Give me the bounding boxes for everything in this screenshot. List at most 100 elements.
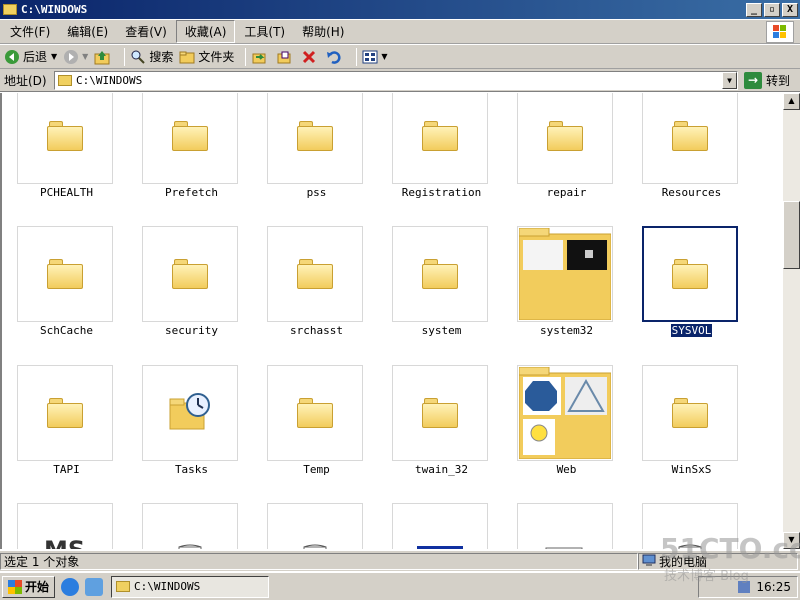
- folder-thumbnail[interactable]: [267, 365, 363, 461]
- folder-icon: [3, 4, 17, 15]
- taskbar-window-label: C:\WINDOWS: [134, 580, 201, 593]
- menu-help[interactable]: 帮助(H): [294, 21, 352, 42]
- folder-thumbnail[interactable]: [642, 365, 738, 461]
- file-view[interactable]: PCHEALTH Prefetch pss Registration repair Res…: [0, 93, 783, 549]
- folder-name: WinSxS: [671, 463, 712, 476]
- up-folder-icon: [94, 50, 110, 64]
- forward-button[interactable]: ▼: [63, 49, 88, 65]
- file-thumbnail[interactable]: MS: [17, 503, 113, 549]
- text-document-icon: [178, 544, 202, 549]
- folder-icon: [116, 581, 131, 592]
- folder-label: TAPI: [4, 463, 129, 476]
- folder-name: SchCache: [40, 324, 93, 337]
- folder-label: system: [379, 324, 504, 337]
- back-button[interactable]: 后退 ▼: [4, 48, 57, 65]
- windows-logo-icon: [766, 21, 794, 43]
- folder-icon: [47, 398, 83, 428]
- taskbar-window-button[interactable]: C:\WINDOWS: [111, 575, 270, 598]
- views-button[interactable]: ▼: [362, 49, 388, 65]
- folder-preview-icon: [519, 367, 611, 459]
- up-folder-button[interactable]: [94, 49, 113, 65]
- search-button[interactable]: 搜索: [130, 48, 173, 65]
- folder-thumbnail[interactable]: [392, 93, 488, 184]
- address-bar: 地址(D) C:\WINDOWS ▼ → 转到: [0, 69, 800, 92]
- toolbar-separator: [245, 47, 247, 66]
- folder-icon: [422, 398, 458, 428]
- folder-thumbnail[interactable]: [17, 93, 113, 184]
- menu-tools[interactable]: 工具(T): [236, 21, 293, 42]
- folder-thumbnail[interactable]: [392, 226, 488, 322]
- internet-explorer-icon[interactable]: [61, 577, 80, 596]
- folder-icon: [422, 121, 458, 151]
- folder-thumbnail[interactable]: [392, 365, 488, 461]
- close-button[interactable]: X: [782, 2, 798, 17]
- folder-name: Web: [556, 463, 577, 476]
- folders-button[interactable]: 文件夹: [179, 48, 234, 65]
- file-thumbnail[interactable]: [392, 503, 488, 549]
- move-to-button[interactable]: [251, 49, 270, 65]
- vertical-scrollbar[interactable]: ▲ ▼: [783, 93, 800, 549]
- undo-button[interactable]: [326, 49, 345, 65]
- taskbar: 开始 C:\WINDOWS 16:25: [0, 572, 800, 600]
- show-desktop-icon[interactable]: [85, 577, 104, 596]
- folder-label: twain_32: [379, 463, 504, 476]
- folder-icon: [672, 259, 708, 289]
- folder-thumbnail[interactable]: [267, 226, 363, 322]
- menu-file[interactable]: 文件(F): [2, 21, 58, 42]
- title-bar: C:\WINDOWS _ ▫ X: [0, 0, 800, 19]
- copy-to-button[interactable]: [276, 49, 295, 65]
- folder-icon: [172, 259, 208, 289]
- scroll-thumb[interactable]: [783, 201, 800, 269]
- search-icon: [131, 50, 146, 64]
- scroll-down-button[interactable]: ▼: [783, 532, 800, 549]
- folders-icon: [179, 51, 195, 63]
- folder-thumbnail[interactable]: [642, 226, 738, 322]
- folder-thumbnail[interactable]: [517, 365, 613, 461]
- folder-thumbnail[interactable]: [517, 226, 613, 322]
- folders-label: 文件夹: [198, 50, 235, 64]
- folder-thumbnail[interactable]: [142, 365, 238, 461]
- file-thumbnail[interactable]: [267, 503, 363, 549]
- windows-flag-icon: [8, 579, 22, 594]
- menu-bar: 文件(F) 编辑(E) 查看(V) 收藏(A) 工具(T) 帮助(H): [0, 20, 800, 44]
- start-button[interactable]: 开始: [2, 575, 56, 598]
- toolbar-separator: [356, 47, 358, 66]
- copy-to-icon: [277, 51, 291, 63]
- toolbar-separator: [124, 47, 126, 66]
- folder-thumbnail[interactable]: [267, 93, 363, 184]
- folder-thumbnail[interactable]: [142, 93, 238, 184]
- scroll-up-button[interactable]: ▲: [783, 93, 800, 110]
- folder-label: Tasks: [129, 463, 254, 476]
- chevron-down-icon[interactable]: ▼: [381, 52, 387, 61]
- file-thumbnail[interactable]: [517, 503, 613, 549]
- folder-name: Registration: [401, 186, 482, 199]
- file-thumbnail[interactable]: [642, 503, 738, 549]
- folder-thumbnail[interactable]: [642, 93, 738, 184]
- delete-button[interactable]: [301, 49, 320, 65]
- menu-favorites[interactable]: 收藏(A): [175, 20, 236, 43]
- chevron-down-icon[interactable]: ▼: [51, 52, 57, 61]
- menu-edit[interactable]: 编辑(E): [59, 21, 116, 42]
- folder-thumbnail[interactable]: [17, 365, 113, 461]
- chevron-down-icon[interactable]: ▼: [82, 52, 88, 61]
- address-dropdown-button[interactable]: ▼: [722, 71, 737, 89]
- folder-name: srchasst: [290, 324, 343, 337]
- folder-thumbnail[interactable]: [17, 226, 113, 322]
- folder-icon: [422, 259, 458, 289]
- go-button[interactable]: → 转到: [744, 71, 790, 89]
- folder-name: PCHEALTH: [40, 186, 93, 199]
- address-input[interactable]: C:\WINDOWS ▼: [54, 70, 738, 90]
- network-icon[interactable]: [738, 581, 751, 593]
- folder-thumbnail[interactable]: [517, 93, 613, 184]
- menu-view[interactable]: 查看(V): [117, 21, 175, 42]
- folder-label: pss: [254, 186, 379, 199]
- folder-label: Resources: [629, 186, 754, 199]
- folder-name: TAPI: [53, 463, 80, 476]
- folder-name: system: [421, 324, 462, 337]
- file-thumbnail[interactable]: [142, 503, 238, 549]
- maximize-button[interactable]: ▫: [764, 2, 780, 17]
- folder-label: Prefetch: [129, 186, 254, 199]
- minimize-button[interactable]: _: [746, 2, 762, 17]
- folder-thumbnail[interactable]: [142, 226, 238, 322]
- folder-icon: [672, 121, 708, 151]
